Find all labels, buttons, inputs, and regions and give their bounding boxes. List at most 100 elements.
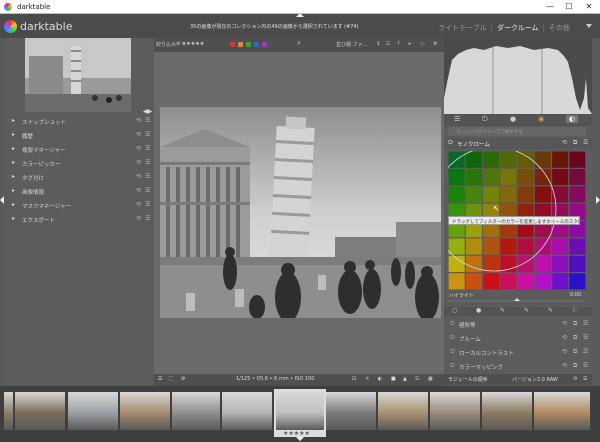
filmstrip-thumbnail[interactable]: [534, 392, 590, 430]
presets-icon[interactable]: ☰: [583, 334, 588, 341]
softproof-icon[interactable]: ◐: [378, 376, 382, 382]
raw-overexposed-icon[interactable]: ⊡: [352, 376, 356, 382]
presets-icon[interactable]: ☰: [145, 215, 150, 222]
filmstrip-thumbnail[interactable]: [378, 392, 428, 430]
view-darkroom[interactable]: ダークルーム: [497, 24, 539, 32]
clipping-icon[interactable]: ☼: [365, 376, 369, 382]
histogram[interactable]: [444, 38, 592, 114]
filmstrip-thumbnail[interactable]: [276, 392, 324, 430]
highlights-slider-track[interactable]: [448, 298, 586, 302]
reset-icon[interactable]: ⟲: [562, 362, 567, 369]
presets-icon[interactable]: ☰: [145, 131, 150, 138]
rating-filter[interactable]: ⊘ ★★★★★: [176, 41, 204, 47]
reset-icon[interactable]: ⟲: [136, 131, 141, 138]
reset-icon[interactable]: ⟲: [562, 334, 567, 341]
shortcuts-icon[interactable]: ⚹: [408, 41, 411, 47]
view-menu-chevron-icon[interactable]: [586, 24, 592, 28]
power-icon[interactable]: ⏻: [448, 139, 453, 147]
power-icon[interactable]: ⏻: [450, 348, 455, 356]
reset-icon[interactable]: ⟲: [562, 139, 567, 146]
filmstrip-thumbnail[interactable]: [222, 392, 272, 430]
filmstrip-thumbnail[interactable]: [120, 392, 170, 430]
module-search-input[interactable]: モジュールをグループで検索する: [448, 127, 586, 136]
color-label-yellow[interactable]: [238, 42, 243, 47]
blend-drawn-parametric-icon[interactable]: ✎: [548, 307, 553, 314]
presets-icon[interactable]: ☰: [583, 376, 587, 382]
gamut-check-icon[interactable]: ■: [391, 376, 396, 382]
view-lighttable[interactable]: ライトテーブル: [438, 24, 487, 32]
filmstrip-thumbnail[interactable]: [172, 392, 220, 430]
module-tagging[interactable]: ▸ タグ付け ⟲ ☰: [8, 172, 152, 184]
blend-uniform-icon[interactable]: ●: [476, 307, 481, 314]
tab-active-modules[interactable]: ☰: [454, 115, 460, 123]
monochrome-module-header[interactable]: ⏻ モノクローム ⟲ ⧉ ☰: [444, 138, 592, 149]
close-button[interactable]: ✕: [582, 2, 596, 11]
styles-icon[interactable]: ⚙: [181, 376, 185, 382]
blend-drawn-icon[interactable]: ✎: [500, 307, 505, 314]
power-icon[interactable]: ⏻: [450, 362, 455, 370]
help-icon[interactable]: ?: [397, 41, 400, 47]
color-label-red[interactable]: [230, 42, 235, 47]
module-export[interactable]: ▸ エクスポート ⟲ ☰: [8, 214, 152, 226]
focus-peaking-icon[interactable]: ▲: [403, 376, 407, 382]
sort-selector[interactable]: 並び順 ファ...: [336, 41, 367, 48]
presets-icon[interactable]: ☰: [583, 348, 588, 355]
power-icon[interactable]: ⏻: [450, 320, 455, 328]
quick-access-icon[interactable]: ☰: [158, 376, 162, 382]
reset-icon[interactable]: ⟲: [573, 376, 577, 382]
presets-icon[interactable]: ☰: [145, 173, 150, 180]
module-color-picker[interactable]: ▸ カラーピッカー ⟲ ☰: [8, 158, 152, 170]
filmstrip-thumbnail[interactable]: [15, 392, 65, 430]
module-order-value[interactable]: バージョン3.0 RAW: [512, 376, 558, 383]
collapse-right-panel-icon[interactable]: [596, 196, 600, 204]
module-item[interactable]: ⏻ 極所等 ⟲ ⧉ ☰: [444, 319, 592, 331]
reset-icon[interactable]: ⟲: [136, 159, 141, 166]
color-label-green[interactable]: [246, 42, 251, 47]
collapse-left-panel-icon[interactable]: [0, 196, 4, 204]
module-item[interactable]: ⏻ カラーマッピング ⟲ ⧉ ☰: [444, 361, 592, 373]
guides-icon[interactable]: ☷: [415, 376, 419, 382]
presets-quick-icon[interactable]: ⛶: [169, 376, 173, 382]
minimize-button[interactable]: —: [543, 2, 557, 11]
multi-instance-icon[interactable]: ⧉: [573, 320, 577, 328]
view-other[interactable]: その他: [549, 24, 570, 32]
settings-gear-icon[interactable]: ⚙: [433, 41, 437, 47]
color-label-purple[interactable]: [262, 42, 267, 47]
presets-icon[interactable]: ☰: [583, 362, 588, 369]
reset-icon[interactable]: ⟲: [136, 187, 141, 194]
tab-effects[interactable]: ◐: [566, 115, 579, 123]
module-item[interactable]: ⏻ ブルーム ⟲ ⧉ ☰: [444, 333, 592, 345]
preferences-icon[interactable]: ▭: [420, 41, 425, 47]
presets-icon[interactable]: ☰: [145, 187, 150, 194]
tab-power[interactable]: ⏻: [482, 115, 488, 124]
multi-instance-icon[interactable]: ⧉: [573, 139, 577, 147]
multi-instance-icon[interactable]: ⧉: [573, 362, 577, 370]
second-window-icon[interactable]: ▦: [428, 376, 433, 382]
blend-raster-icon[interactable]: ⚐: [572, 307, 577, 314]
module-image-information[interactable]: ▸ 画像情報 ⟲ ☰: [8, 186, 152, 198]
presets-icon[interactable]: ☰: [145, 159, 150, 166]
module-item[interactable]: ⏻ ローカルコントラスト ⟲ ⧉ ☰: [444, 347, 592, 359]
module-snapshots[interactable]: ▸ スナップショット ⟲ ☰: [8, 116, 152, 128]
module-mask-manager[interactable]: ▸ マスクマネージャー ⟲ ☰: [8, 200, 152, 212]
blend-off-icon[interactable]: ○: [452, 307, 457, 314]
search-icon[interactable]: ⌕: [297, 39, 301, 48]
module-duplicate-manager[interactable]: ▸ 複製マネージャー ⟲ ☰: [8, 144, 152, 156]
grouping-icon[interactable]: ☷: [386, 41, 390, 47]
reset-icon[interactable]: ⟲: [562, 348, 567, 355]
maximize-button[interactable]: ☐: [562, 2, 576, 11]
main-image[interactable]: [160, 107, 441, 318]
presets-icon[interactable]: ☰: [583, 139, 588, 146]
reset-icon[interactable]: ⟲: [562, 320, 567, 327]
selected-rating[interactable]: ★★★★★: [283, 430, 310, 437]
reset-icon[interactable]: ⟲: [136, 145, 141, 152]
filmstrip-thumbnail[interactable]: [4, 392, 13, 430]
tab-base[interactable]: ●: [510, 115, 516, 123]
filmstrip-thumbnail[interactable]: [326, 392, 376, 430]
collapse-bottom-panel-icon[interactable]: [296, 437, 304, 441]
navigation-preview[interactable]: [25, 38, 131, 112]
color-label-blue[interactable]: [254, 42, 259, 47]
multi-instance-icon[interactable]: ⧉: [573, 334, 577, 342]
reset-icon[interactable]: ⟲: [136, 173, 141, 180]
filmstrip-thumbnail[interactable]: [68, 392, 118, 430]
